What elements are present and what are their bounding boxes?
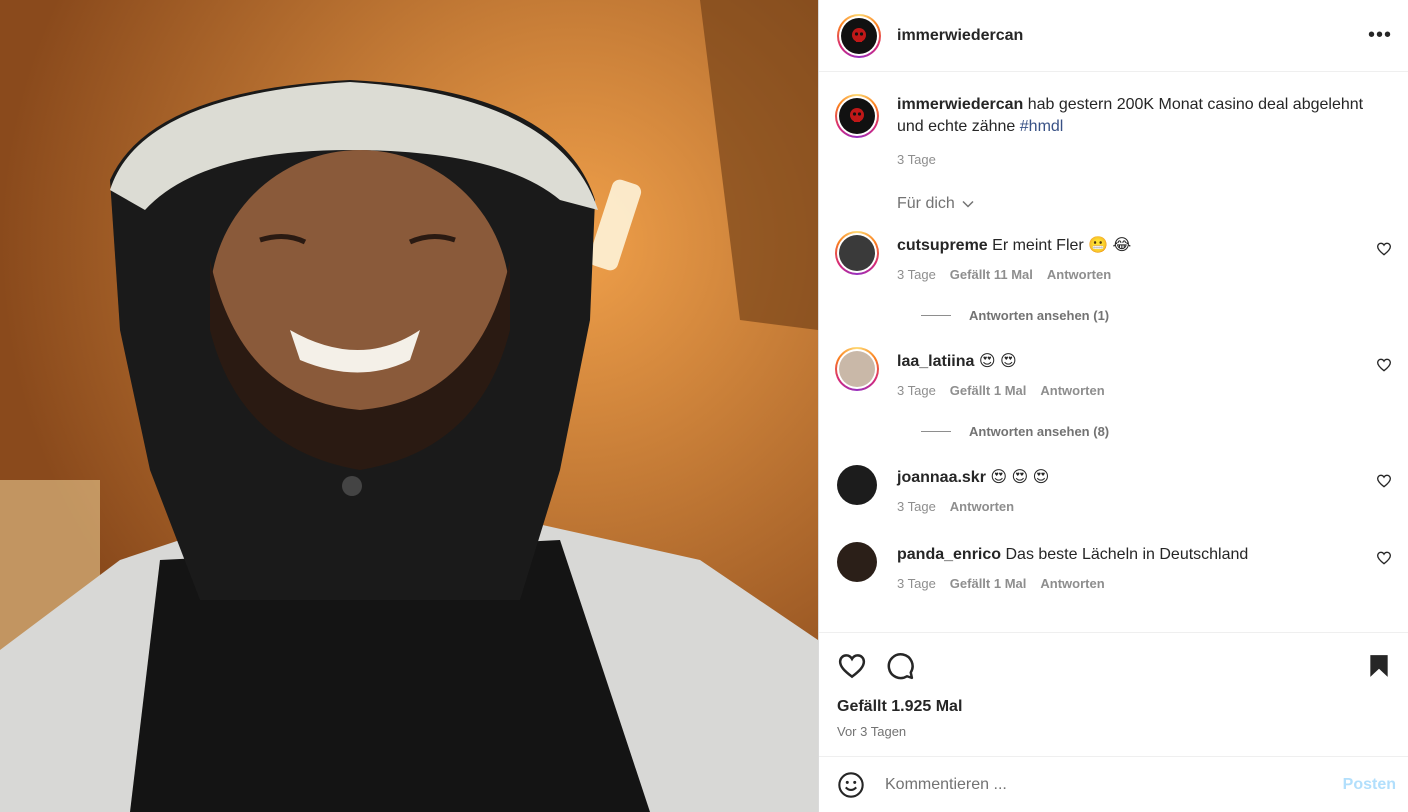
replies-divider bbox=[921, 315, 951, 316]
selfie-image bbox=[0, 0, 818, 812]
skull-logo-icon bbox=[850, 108, 864, 122]
more-options-icon[interactable]: ••• bbox=[1368, 24, 1392, 48]
post-photo[interactable] bbox=[0, 0, 818, 812]
comment-text: Er meint Fler 😬 😂 bbox=[992, 237, 1132, 254]
comment-item: panda_enrico Das beste Lächeln in Deutsc… bbox=[835, 540, 1392, 591]
chevron-down-icon bbox=[962, 200, 974, 208]
emoji-icon[interactable] bbox=[837, 771, 865, 799]
like-comment-icon[interactable] bbox=[1376, 550, 1392, 566]
caption-avatar[interactable] bbox=[835, 94, 879, 138]
like-icon[interactable] bbox=[837, 651, 867, 681]
like-comment-icon[interactable] bbox=[1376, 241, 1392, 257]
comment-item: joannaa.skr 😍 😍 😍 3 Tage Antworten bbox=[835, 463, 1392, 514]
like-count[interactable]: Gefällt 1.925 Mal bbox=[819, 698, 1408, 716]
comment-text: 😍 😍 bbox=[978, 353, 1017, 370]
view-replies-label: Antworten ansehen (1) bbox=[969, 308, 1110, 323]
view-replies-button[interactable]: Antworten ansehen (8) bbox=[921, 424, 1392, 439]
post-header: immerwiedercan ••• bbox=[819, 0, 1408, 72]
reply-button[interactable]: Antworten bbox=[1047, 267, 1111, 282]
like-comment-icon[interactable] bbox=[1376, 357, 1392, 373]
comments-list[interactable]: immerwiedercan hab gestern 200K Monat ca… bbox=[819, 72, 1408, 632]
commenter-username[interactable]: joannaa.skr bbox=[897, 469, 986, 486]
comment-likes[interactable]: Gefällt 11 Mal bbox=[950, 267, 1033, 282]
post-date: Vor 3 Tagen bbox=[837, 724, 907, 739]
author-username[interactable]: immerwiedercan bbox=[897, 27, 1368, 45]
commenter-username[interactable]: cutsupreme bbox=[897, 237, 988, 254]
commenter-username[interactable]: panda_enrico bbox=[897, 546, 1001, 563]
like-comment-icon[interactable] bbox=[1376, 473, 1392, 489]
comment-text: 😍 😍 😍 bbox=[990, 469, 1050, 486]
caption-time: 3 Tage bbox=[897, 152, 936, 167]
bookmark-filled-icon[interactable] bbox=[1366, 653, 1392, 679]
commenter-avatar[interactable] bbox=[835, 540, 879, 584]
post-actions bbox=[819, 632, 1408, 698]
reply-button[interactable]: Antworten bbox=[950, 499, 1014, 514]
comment-time: 3 Tage bbox=[897, 383, 936, 398]
sort-selector[interactable]: Für dich bbox=[897, 195, 1392, 213]
skull-logo-icon bbox=[852, 27, 866, 42]
commenter-avatar[interactable] bbox=[835, 463, 879, 507]
comment-time: 3 Tage bbox=[897, 267, 936, 282]
comment-icon[interactable] bbox=[885, 651, 915, 681]
caption-username[interactable]: immerwiedercan bbox=[897, 96, 1023, 113]
view-replies-label: Antworten ansehen (8) bbox=[969, 424, 1110, 439]
reply-button[interactable]: Antworten bbox=[1040, 576, 1104, 591]
commenter-username[interactable]: laa_latiina bbox=[897, 353, 974, 370]
post-side-panel: immerwiedercan ••• immerwiedercan hab ge… bbox=[818, 0, 1408, 812]
comment-likes[interactable]: Gefällt 1 Mal bbox=[950, 576, 1027, 591]
comment-time: 3 Tage bbox=[897, 576, 936, 591]
commenter-avatar[interactable] bbox=[835, 231, 879, 275]
comment-time: 3 Tage bbox=[897, 499, 936, 514]
comment-composer: Posten bbox=[819, 756, 1408, 812]
comment-likes[interactable]: Gefällt 1 Mal bbox=[950, 383, 1027, 398]
post-comment-button[interactable]: Posten bbox=[1343, 776, 1396, 794]
comment-item: laa_latiina 😍 😍 3 Tage Gefällt 1 Mal Ant… bbox=[835, 347, 1392, 398]
caption-hashtag[interactable]: #hmdl bbox=[1020, 118, 1064, 135]
comment-input[interactable] bbox=[885, 775, 1343, 794]
comment-item: cutsupreme Er meint Fler 😬 😂 3 Tage Gefä… bbox=[835, 231, 1392, 282]
commenter-avatar[interactable] bbox=[835, 347, 879, 391]
view-replies-button[interactable]: Antworten ansehen (1) bbox=[921, 308, 1392, 323]
sort-label: Für dich bbox=[897, 195, 955, 212]
post-dialog: immerwiedercan ••• immerwiedercan hab ge… bbox=[0, 0, 1408, 812]
replies-divider bbox=[921, 431, 951, 432]
caption: immerwiedercan hab gestern 200K Monat ca… bbox=[835, 72, 1392, 167]
reply-button[interactable]: Antworten bbox=[1040, 383, 1104, 398]
comment-text: Das beste Lächeln in Deutschland bbox=[1005, 546, 1249, 563]
author-avatar[interactable] bbox=[837, 13, 881, 58]
